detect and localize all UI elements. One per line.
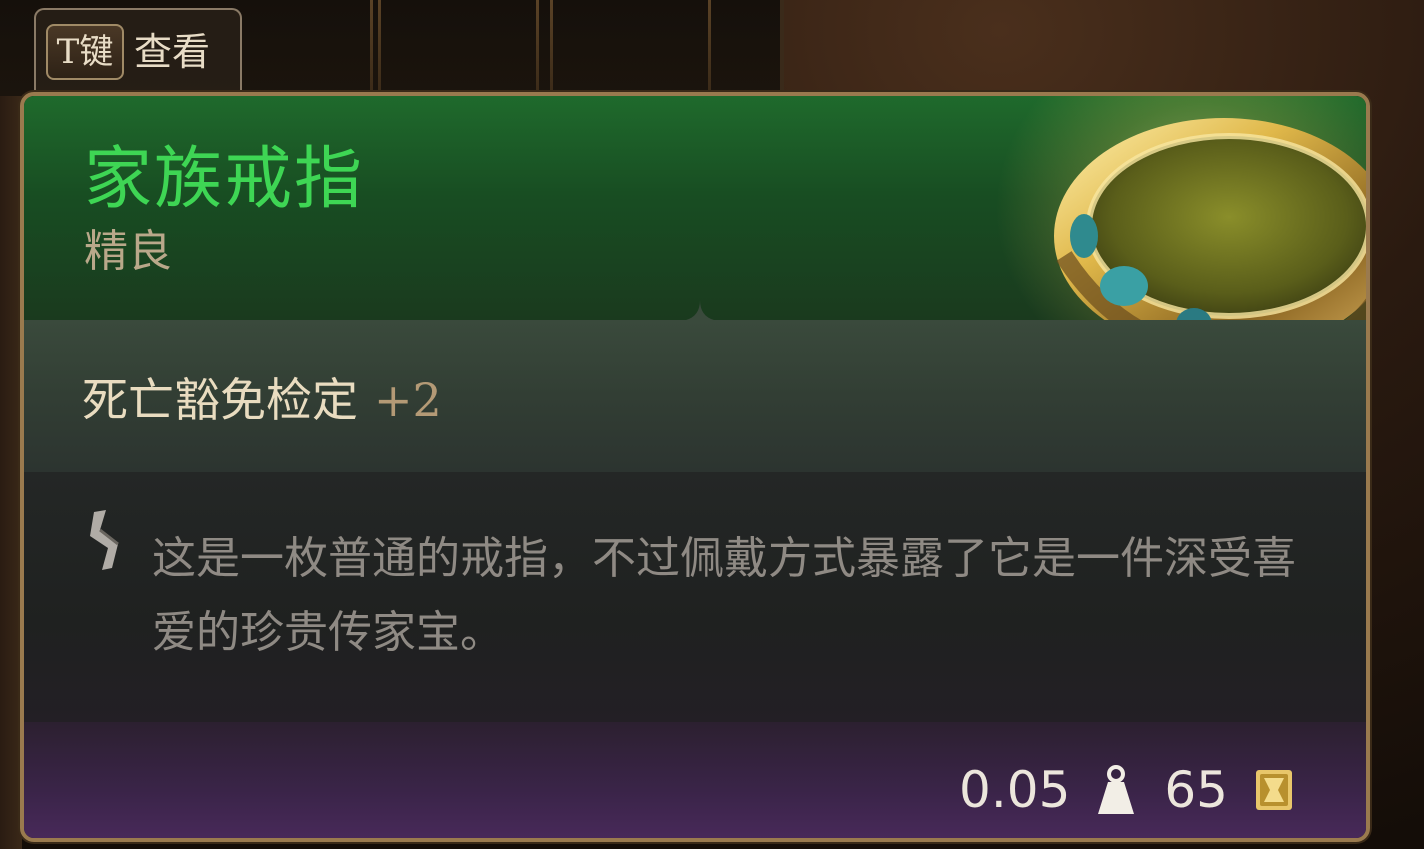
examine-label: 查看: [134, 30, 211, 74]
stat-bonus: +2: [374, 373, 442, 427]
slot-divider: [708, 0, 711, 96]
left-panel-edge: [0, 96, 22, 849]
scroll-icon: [90, 510, 119, 570]
stat-name: 死亡豁免检定: [82, 373, 358, 427]
keybind-badge: T键: [46, 24, 124, 80]
tooltip-header: 家族戒指 精良: [24, 96, 1366, 396]
item-weight-value-row: 0.05 65: [959, 760, 1294, 820]
stat-line: 死亡豁免检定 +2: [82, 372, 442, 428]
slot-divider: [536, 0, 539, 96]
description-section: 这是一枚普通的戒指，不过佩戴方式暴露了它是一件深受喜爱的珍贵传家宝。: [24, 472, 1366, 722]
examine-hint-button[interactable]: T键 查看: [34, 8, 242, 92]
item-tooltip: 家族戒指 精良 死亡豁免检定 +2 这是一枚普通的戒指，不过佩戴方式暴露了它是一…: [20, 92, 1370, 842]
item-rarity: 精良: [84, 226, 172, 277]
stat-section: 死亡豁免检定 +2: [24, 320, 1366, 472]
item-description: 这是一枚普通的戒指，不过佩戴方式暴露了它是一件深受喜爱的珍贵传家宝。: [152, 533, 1296, 658]
tooltip-footer: 0.05 65: [24, 722, 1366, 838]
game-scene: T键 查看 家族戒指 精良 死亡豁免检定 +2 这是一枚普通的戒指，不过佩戴方式…: [0, 0, 1424, 849]
item-weight: 0.05: [959, 761, 1071, 819]
gold-coin-icon: [1256, 770, 1292, 810]
slot-divider: [550, 0, 553, 96]
item-value: 65: [1164, 761, 1228, 819]
slot-divider: [370, 0, 373, 96]
weight-icon: [1098, 765, 1135, 814]
divider-notch: [686, 300, 714, 320]
slot-divider: [378, 0, 381, 96]
item-name: 家族戒指: [84, 140, 365, 219]
